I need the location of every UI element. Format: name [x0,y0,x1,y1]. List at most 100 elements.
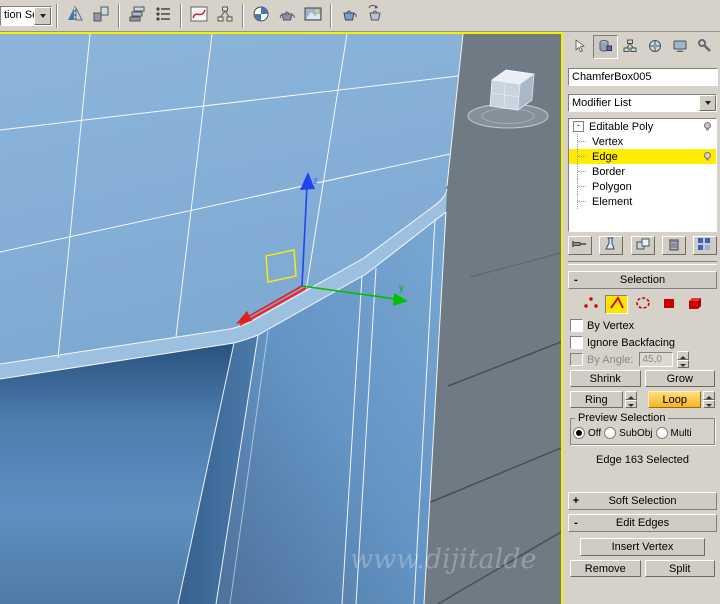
by-vertex-row: By Vertex [570,319,715,332]
curve-editor-button[interactable] [186,3,212,29]
grow-button[interactable]: Grow [644,370,715,387]
configure-modifier-sets-button[interactable] [693,236,717,255]
command-panel-tabs [568,34,717,60]
element-subobject-button[interactable] [683,295,706,314]
ignore-backfacing-checkbox[interactable] [570,336,583,349]
radio-multi[interactable] [655,427,668,439]
radio-off[interactable] [573,427,585,439]
vertex-subobject-button[interactable] [579,295,602,314]
spinner-down-icon[interactable] [703,399,715,408]
stack-item-editable-poly[interactable]: - Editable Poly [569,119,716,134]
render-setup-button[interactable] [274,3,300,29]
remove-button[interactable]: Remove [570,560,641,577]
perspective-viewport[interactable]: z y www.dijitalde [0,32,563,604]
align-button[interactable] [88,3,114,29]
stack-row-icon [702,121,713,135]
object-name-field[interactable] [568,68,718,86]
by-angle-value-field[interactable]: 45,0 [639,352,674,367]
tab-create[interactable] [568,35,593,59]
utilities-icon [697,38,713,57]
display-icon [672,38,688,57]
edge-icon [607,295,627,314]
loop-button[interactable]: Loop [648,391,702,408]
tab-modify[interactable] [592,35,618,59]
motion-icon [647,38,663,57]
render-iterative-button[interactable] [362,3,388,29]
tab-utilities[interactable] [692,35,717,59]
spinner-down-icon[interactable] [624,399,637,408]
named-selection-sets-value: tion Se [4,8,34,21]
toolbar-separator [180,3,182,28]
spinner-up-icon[interactable] [677,351,690,360]
by-vertex-checkbox[interactable] [570,319,583,332]
watermark: www.dijitalde [350,544,536,575]
schematic-view-button[interactable] [212,3,238,29]
tab-display[interactable] [667,35,692,59]
stack-subitem-edge[interactable]: Edge [569,149,716,164]
curve-editor-icon [189,4,209,27]
named-selection-sets-combo[interactable]: tion Se [0,5,52,26]
loop-spinner[interactable] [703,391,715,408]
polygon-subobject-button[interactable] [657,295,680,314]
modifier-stack-toolbar [568,236,717,256]
rendered-frame-window-icon [303,4,323,27]
ring-spinner[interactable] [624,391,637,408]
axis-label-y: y [399,283,404,294]
split-button[interactable]: Split [644,560,715,577]
command-panel: Modifier List - Editable Poly Vertex Edg… [565,32,720,604]
rollout-edit-edges[interactable]: - Edit Edges [568,514,717,532]
chevron-down-icon[interactable] [699,95,716,111]
make-unique-button[interactable] [630,236,655,255]
stack-row-icon [702,151,713,165]
by-angle-spinner[interactable] [677,351,690,368]
render-production-button[interactable] [336,3,362,29]
pin-stack-button[interactable] [568,236,592,255]
mirror-button[interactable] [62,3,88,29]
radio-subobj[interactable] [604,427,617,439]
main-toolbar: tion Se [0,0,720,32]
rendered-frame-window-button[interactable] [300,3,326,29]
spinner-up-icon[interactable] [624,391,637,400]
ring-loop-row: Ring Loop [570,391,715,408]
collapse-icon: - [574,274,578,286]
spinner-down-icon[interactable] [677,359,690,368]
by-angle-checkbox[interactable] [570,353,583,366]
schematic-view-icon [215,4,235,27]
material-editor-icon [251,4,271,27]
chamfer-box-object[interactable] [0,34,464,604]
show-end-result-button[interactable] [599,236,624,255]
insert-vertex-button[interactable]: Insert Vertex [580,538,705,556]
configure-sets-icon [696,236,714,255]
stack-subitem-element[interactable]: Element [569,194,716,209]
create-icon [572,38,588,57]
show-end-result-icon [602,236,620,255]
pin-icon [571,236,589,255]
rollout-selection[interactable]: - Selection [568,271,717,289]
border-icon [633,295,653,314]
toolbar-separator [56,3,58,28]
scene-explorer-button[interactable] [150,3,176,29]
edge-subobject-button[interactable] [605,295,628,314]
ring-button[interactable]: Ring [570,391,623,408]
toolbar-separator [330,3,332,28]
stack-subitem-polygon[interactable]: Polygon [569,179,716,194]
stack-subitem-vertex[interactable]: Vertex [569,134,716,149]
chevron-down-icon[interactable] [34,6,51,25]
rollout-soft-selection[interactable]: + Soft Selection [568,492,717,510]
modifier-list-dropdown[interactable]: Modifier List [568,94,717,112]
layer-manager-button[interactable] [124,3,150,29]
axis-label-z: z [313,176,318,187]
object-name-row [568,68,718,86]
border-subobject-button[interactable] [631,295,654,314]
shrink-button[interactable]: Shrink [570,370,641,387]
material-editor-button[interactable] [248,3,274,29]
subobject-level-buttons [568,295,717,315]
layer-manager-icon [127,4,147,27]
hierarchy-icon [622,38,638,57]
remove-modifier-button[interactable] [661,236,686,255]
tab-hierarchy[interactable] [618,35,643,59]
tab-motion[interactable] [642,35,667,59]
spinner-up-icon[interactable] [703,391,715,400]
stack-subitem-border[interactable]: Border [569,164,716,179]
tree-collapse-toggle[interactable]: - [573,121,584,132]
